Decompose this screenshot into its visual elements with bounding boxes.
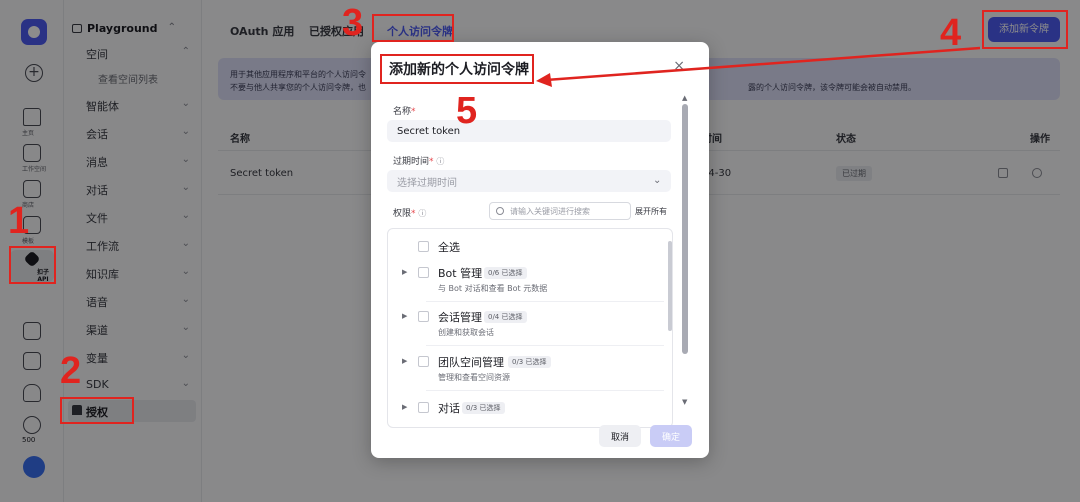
annotation-arrow <box>536 46 981 87</box>
arrow-head <box>536 73 552 87</box>
arrow-line <box>545 46 981 82</box>
